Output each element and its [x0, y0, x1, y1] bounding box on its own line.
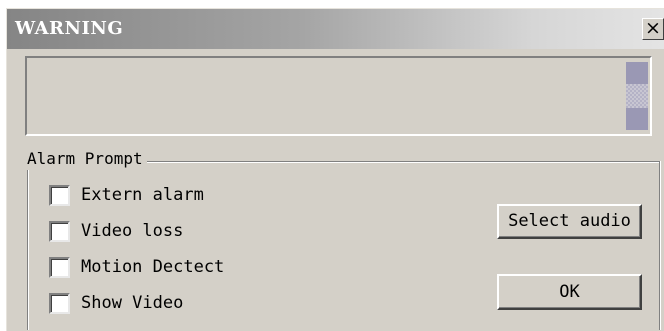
select-audio-button[interactable]: Select audio	[497, 204, 642, 239]
close-button[interactable]: ×	[642, 18, 664, 40]
ok-button[interactable]: OK	[497, 274, 642, 310]
message-scrollbar[interactable]	[626, 62, 648, 130]
extern-alarm-option[interactable]: Extern alarm	[49, 183, 204, 207]
message-area[interactable]	[25, 56, 652, 136]
motion-detect-checkbox[interactable]	[49, 256, 70, 278]
extern-alarm-label: Extern alarm	[81, 185, 204, 205]
video-loss-option[interactable]: Video loss	[49, 219, 183, 243]
scroll-track[interactable]	[626, 84, 648, 108]
video-loss-label: Video loss	[81, 221, 184, 241]
motion-detect-option[interactable]: Motion Dectect	[49, 255, 224, 279]
motion-detect-label: Motion Dectect	[81, 257, 225, 277]
scroll-up-button[interactable]	[626, 62, 648, 84]
title-bar[interactable]: WARNING ×	[7, 9, 664, 49]
warning-dialog: WARNING × Alarm Prompt Extern alarm Vide…	[6, 8, 664, 331]
show-video-checkbox[interactable]	[49, 292, 70, 314]
extern-alarm-checkbox[interactable]	[49, 184, 70, 206]
scroll-down-button[interactable]	[626, 108, 648, 130]
close-icon: ×	[645, 17, 661, 39]
video-loss-checkbox[interactable]	[49, 220, 70, 242]
alarm-prompt-label: Alarm Prompt	[23, 148, 147, 170]
window-title: WARNING	[15, 18, 124, 39]
show-video-option[interactable]: Show Video	[49, 291, 183, 315]
show-video-label: Show Video	[81, 293, 184, 313]
